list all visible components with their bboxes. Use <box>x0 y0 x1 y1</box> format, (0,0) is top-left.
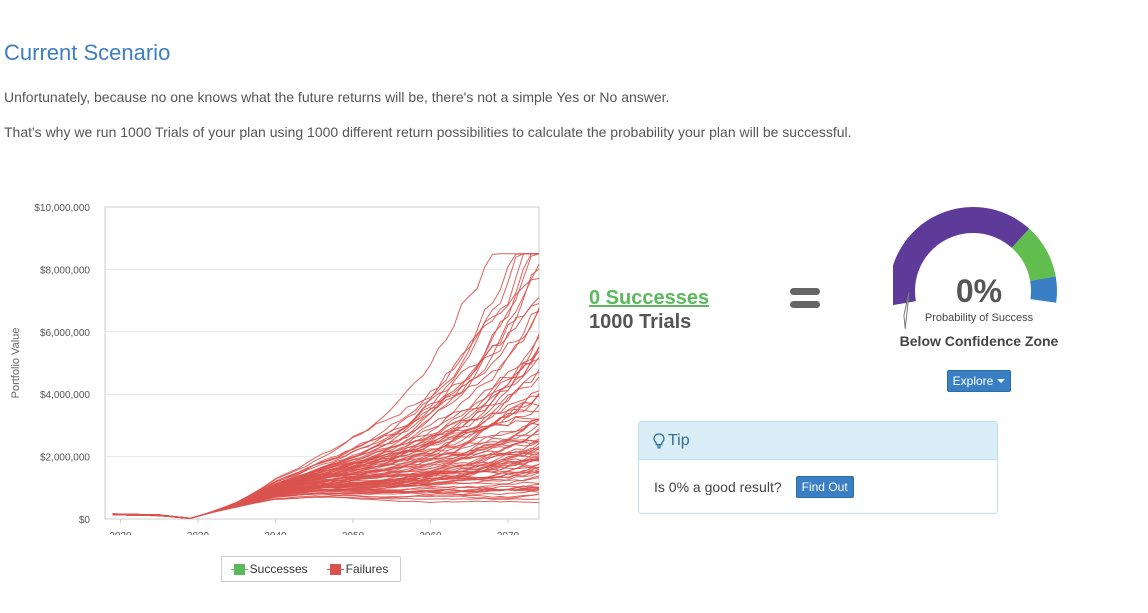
trials-count: 1000 Trials <box>589 311 692 333</box>
tip-body: Is 0% a good result? Find Out <box>639 460 997 513</box>
y-axis-label: Portfolio Value <box>10 328 22 399</box>
x-tick-label: 2060 <box>419 531 442 535</box>
x-tick-label: 2070 <box>497 531 520 535</box>
legend-item-successes[interactable]: Successes <box>230 562 308 576</box>
legend-label-successes: Successes <box>249 562 308 576</box>
intro-text-1: Unfortunately, because no one knows what… <box>4 89 670 105</box>
trial-line <box>112 493 540 519</box>
failures-swatch <box>326 563 344 575</box>
legend-item-failures[interactable]: Failures <box>326 562 389 576</box>
x-tick-label: 2040 <box>264 531 287 535</box>
intro-text-2: That's why we run 1000 Trials of your pl… <box>4 124 852 140</box>
portfolio-trials-chart: $0 $2,000,000 $4,000,000 $6,000,000 $8,000,0… <box>10 203 540 535</box>
chart-legend: Successes Failures <box>221 556 401 582</box>
y-tick-label: $2,000,000 <box>40 453 90 464</box>
gauge-segment-blue <box>1030 276 1057 303</box>
chart-series-lines <box>112 253 540 520</box>
successes-swatch <box>230 563 248 575</box>
legend-label-failures: Failures <box>345 562 389 576</box>
probability-gauge <box>893 207 1057 329</box>
x-tick-label: 2050 <box>342 531 365 535</box>
lightbulb-icon <box>653 432 665 448</box>
tip-question: Is 0% a good result? <box>654 478 782 495</box>
find-out-button[interactable]: Find Out <box>795 475 854 498</box>
y-tick-label: $8,000,000 <box>40 265 90 276</box>
explore-label: Explore <box>952 374 994 388</box>
y-tick-label: $0 <box>79 515 91 526</box>
y-tick-label: $4,000,000 <box>40 390 90 401</box>
tip-header: Tip <box>639 422 997 460</box>
tip-panel: Tip Is 0% a good result? Find Out <box>638 421 998 514</box>
x-tick-label: 2020 <box>109 531 132 535</box>
y-tick-label: $6,000,000 <box>40 328 90 339</box>
equals-icon <box>790 288 820 310</box>
x-tick-label: 2030 <box>187 531 210 535</box>
caret-down-icon <box>997 379 1006 383</box>
probability-caption: Probability of Success <box>924 312 1034 324</box>
page-title: Current Scenario <box>4 40 171 65</box>
probability-percent: 0% <box>955 273 1003 309</box>
y-tick-label: $10,000,000 <box>34 203 90 214</box>
confidence-zone-label: Below Confidence Zone <box>899 333 1059 349</box>
successes-count-link[interactable]: 0 Successes <box>589 287 709 310</box>
explore-button[interactable]: Explore <box>947 370 1011 392</box>
trial-line <box>112 496 540 519</box>
tip-title: Tip <box>668 431 690 449</box>
trial-line <box>112 496 539 519</box>
